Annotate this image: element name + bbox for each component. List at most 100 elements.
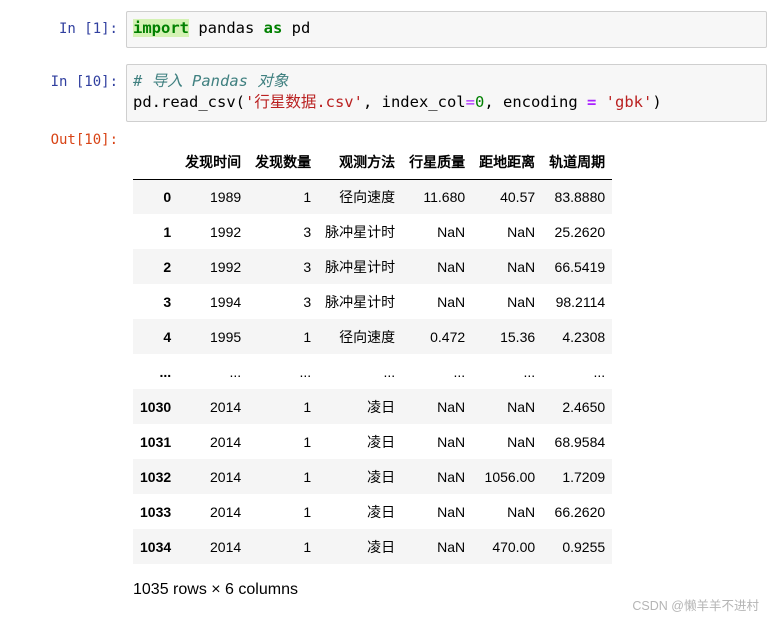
table-row: 1 1992 3 脉冲星计时 NaN NaN 25.2620 [133,214,612,249]
table-row: 0 1989 1 径向速度 11.680 40.57 83.8880 [133,179,613,214]
table-cell: ... [299,363,312,380]
table-cell: 径向速度 [339,328,396,345]
table-cell: 2014 [210,503,242,520]
table-cell: 1994 [210,293,242,310]
table-cell: 68.9584 [554,433,606,450]
table-cell: 凌日 [367,398,396,415]
table-cell: NaN [507,503,536,520]
table-cell: NaN [507,293,536,310]
column-header: 行星质量 [402,145,473,180]
row-index: 3 [163,293,172,310]
table-row: 2 1992 3 脉冲星计时 NaN NaN 66.5419 [133,249,613,284]
table-cell: 脉冲星计时 [325,293,396,310]
row-index: ... [159,363,172,380]
table-cell: 25.2620 [554,223,606,240]
table-cell: 98.2114 [555,293,606,310]
table-cell: ... [453,363,466,380]
table-body: 0 1989 1 径向速度 11.680 40.57 83.8880 1 1992 3 脉冲星计时 N… [133,179,613,564]
table-cell: 2014 [210,468,242,485]
table-cell: NaN [507,258,536,275]
code-function: pd.read_csv( [133,93,245,111]
table-row: ..................... [133,354,612,389]
table-cell: 1 [303,468,312,485]
cell-1-code-editor[interactable]: import pandas as pd [126,11,767,48]
row-index: 1 [163,223,172,240]
column-header: 发现数量 [248,145,319,180]
column-header: 轨道周期 [542,145,613,180]
code-comment: # 导入 Pandas 对象 [133,72,289,90]
row-index: 1033 [140,503,172,520]
table-cell: ... [383,363,396,380]
table-cell: 3 [303,258,312,275]
row-index: 4 [163,328,172,345]
keyword-import: import [133,19,189,37]
table-cell: 脉冲星计时 [325,223,396,240]
table-cell: 3 [303,223,312,240]
table-row: 1033 2014 1 凌日 NaN NaN 66.2620 [133,494,612,529]
table-cell: 1 [303,538,312,555]
table-cell: 66.5419 [554,258,606,275]
index-header [133,145,179,180]
table-cell: NaN [507,398,536,415]
table-row: 4 1995 1 径向速度 0.472 15.36 4.2308 [133,319,613,354]
cell-1-prompt: In [1]: [58,21,118,37]
table-cell: NaN [437,503,466,520]
table-row: 3 1994 3 脉冲星计时 NaN NaN 98.2114 [133,284,612,319]
table-cell: 66.2620 [554,503,606,520]
table-cell: NaN [437,468,466,485]
table-cell: 2014 [210,398,242,415]
table-cell: 1 [303,503,312,520]
table-cell: 1056.00 [484,468,536,485]
row-index: 1034 [140,538,172,555]
table-row: 1030 2014 1 凌日 NaN NaN 2.4650 [133,389,613,424]
code-line: pd.read_csv('行星数据.csv', index_col=0, enc… [133,92,760,113]
keyword-as: as [263,19,283,37]
dataframe-shape-footer: 1035 rows × 6 columns [133,581,298,598]
code-number: 0 [474,93,485,111]
dataframe-table: 发现时间 发现数量 观测方法 行星质量 距地距离 轨道周期 0 1989 1 径向速度 11.68… [133,145,613,564]
table-cell: 1.7209 [562,468,606,485]
cell-2-code-editor[interactable]: # 导入 Pandas 对象 pd.read_csv('行星数据.csv', in… [126,64,767,122]
table-cell: 脉冲星计时 [325,258,396,275]
table-row: 1034 2014 1 凌日 NaN 470.00 0.9255 [133,529,613,564]
table-cell: 凌日 [367,503,396,520]
table-cell: 15.36 [500,328,536,345]
table-cell: 4.2308 [562,328,606,345]
table-cell: NaN [437,223,466,240]
table-cell: 1 [303,433,312,450]
column-header: 发现时间 [178,145,249,180]
header-row: 发现时间 发现数量 观测方法 行星质量 距地距离 轨道周期 [133,145,613,180]
table-cell: NaN [437,398,466,415]
table-cell: 40.57 [500,188,536,205]
table-cell: 0.472 [430,328,466,345]
table-cell: NaN [437,433,466,450]
table-header: 发现时间 发现数量 观测方法 行星质量 距地距离 轨道周期 [133,145,613,180]
table-cell: 0.9255 [562,538,606,555]
table-cell: NaN [437,293,466,310]
table-cell: 83.8880 [554,188,606,205]
table-cell: 1 [303,328,312,345]
row-index: 0 [163,188,172,205]
table-cell: 径向速度 [339,188,396,205]
table-cell: 凌日 [367,468,396,485]
code-text: pd [282,19,311,37]
code-operator: = [586,93,597,111]
table-cell: 2.4650 [562,398,606,415]
table-cell: NaN [507,433,536,450]
code-string: 'gbk' [605,93,653,111]
table-cell: NaN [507,223,536,240]
code-text: pandas [189,19,264,37]
row-index: 2 [163,258,172,275]
code-text: , index_col [362,93,466,111]
table-cell: 3 [303,293,312,310]
code-text: ) [652,93,662,111]
table-cell: 1 [303,188,312,205]
row-index: 1032 [140,468,172,485]
table-cell: 2014 [210,433,242,450]
column-header: 观测方法 [318,145,403,180]
row-index: 1030 [140,398,172,415]
table-row: 1032 2014 1 凌日 NaN 1056.00 1.7209 [133,459,613,494]
table-cell: 470.00 [492,538,536,555]
table-cell: ... [229,363,242,380]
